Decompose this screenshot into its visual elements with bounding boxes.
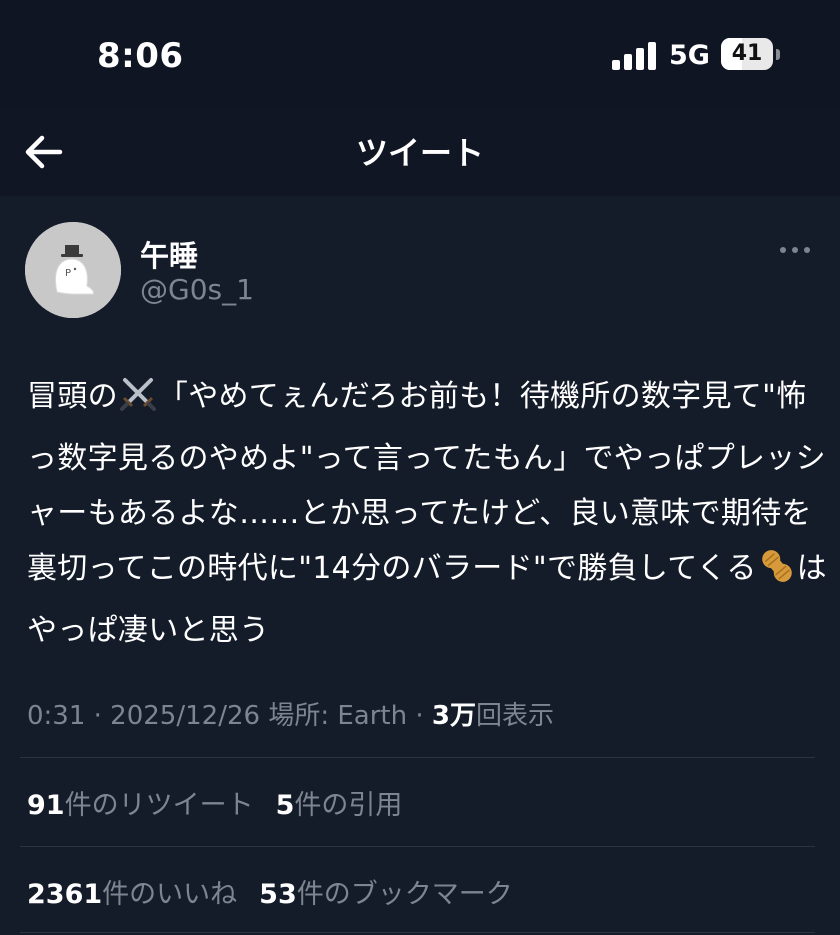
ghost-avatar-icon: P: [25, 222, 121, 318]
quotes-count: 5: [275, 790, 295, 821]
stats-row-likes: 2361件のいいね 53件のブックマーク: [27, 872, 513, 911]
retweets-count: 91: [27, 790, 65, 821]
cellular-signal-icon: [612, 42, 656, 70]
crossed-swords-icon: [118, 375, 158, 431]
bookmarks-count: 53: [259, 879, 297, 910]
tweet-location: 場所: Earth: [268, 701, 408, 731]
user-handle[interactable]: @G0s_1: [140, 273, 254, 306]
svg-text:P: P: [65, 268, 71, 279]
retweets-label: 件のリツイート: [64, 790, 254, 821]
tweet-text-part: 冒頭の: [27, 379, 118, 414]
network-type-label: 5G: [669, 40, 710, 71]
divider: [20, 846, 815, 847]
tweet-text: 冒頭の 「やめてぇんだろお前も！待機所の数字見て"怖っ数字見るのやめよ"って言っ…: [27, 369, 827, 658]
page-title: ツイート: [355, 134, 484, 172]
battery-icon: 41: [721, 38, 783, 72]
battery-tip: [776, 49, 780, 60]
meta-separator: ·: [407, 701, 432, 731]
status-time: 8:06: [97, 36, 184, 76]
divider: [20, 757, 815, 758]
views-count: 3万: [431, 701, 476, 731]
battery-body: 41: [721, 38, 773, 70]
likes-count: 2361: [27, 879, 103, 910]
views-label: 回表示: [475, 701, 554, 731]
likes-link[interactable]: 2361件のいいね: [27, 879, 237, 910]
avatar[interactable]: P: [25, 222, 121, 318]
divider: [20, 932, 815, 933]
nav-header: ツイート: [0, 110, 840, 196]
bookmarks-link[interactable]: 53件のブックマーク: [259, 879, 513, 910]
tweet-timestamp[interactable]: 0:31 · 2025/12/26: [27, 701, 260, 731]
battery-level: 41: [731, 41, 763, 66]
tweet-detail-screen: 8:06 5G 41 ツイート P 午睡 @G0s_1 冒頭の 「やめてぇんだろ…: [0, 0, 840, 935]
peanut-icon: [757, 547, 797, 603]
likes-label: 件のいいね: [102, 879, 238, 910]
bookmarks-label: 件のブックマーク: [296, 879, 513, 910]
display-name[interactable]: 午睡: [140, 233, 198, 275]
stats-row-retweets: 91件のリツイート 5件の引用: [27, 783, 402, 822]
quotes-link[interactable]: 5件の引用: [276, 790, 403, 821]
tweet-meta: 0:31 · 2025/12/26 場所: Earth · 3万回表示: [27, 695, 554, 732]
retweets-link[interactable]: 91件のリツイート: [27, 790, 254, 821]
more-options-button[interactable]: [775, 235, 815, 265]
quotes-label: 件の引用: [294, 790, 403, 821]
status-bar: 8:06 5G 41: [0, 0, 840, 110]
more-dots-icon: [780, 247, 810, 253]
